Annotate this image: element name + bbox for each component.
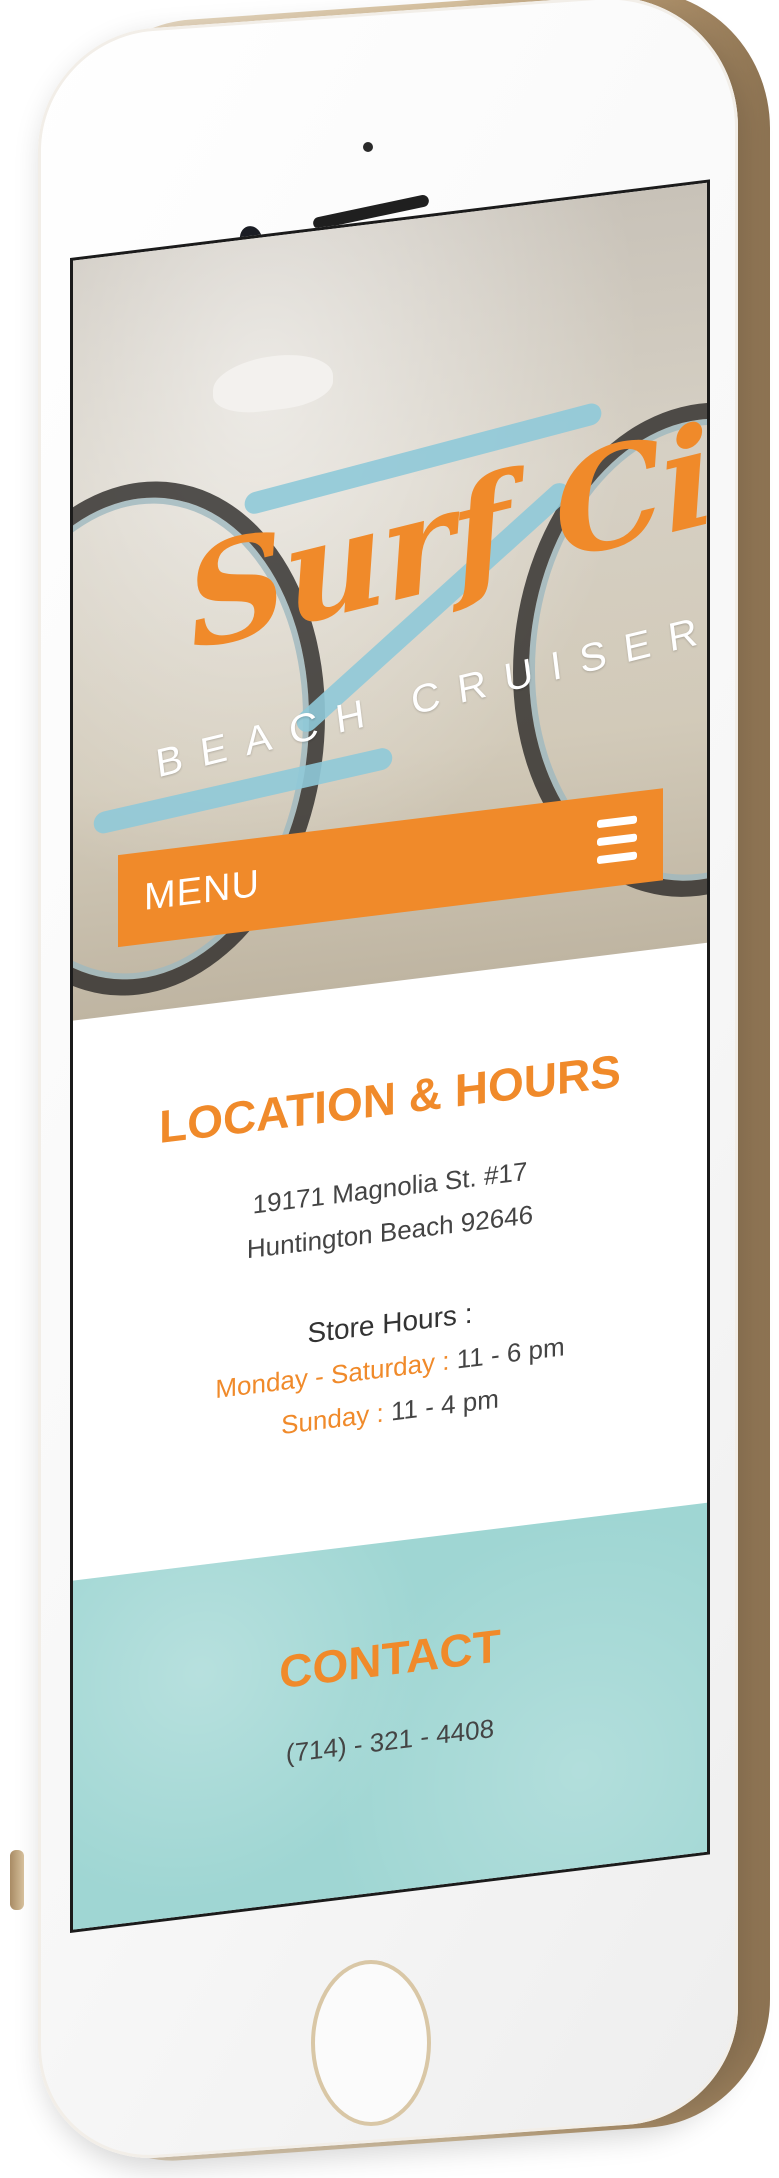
hero-banner: Surf City BEACH CRUISERS MENU bbox=[73, 182, 707, 1021]
device-mockup: Surf City BEACH CRUISERS MENU LOCATION &… bbox=[0, 0, 779, 2178]
phone-screen: Surf City BEACH CRUISERS MENU LOCATION &… bbox=[70, 179, 710, 1934]
hours-time: 11 - 6 pm bbox=[449, 1331, 565, 1376]
location-hours-section: LOCATION & HOURS 19171 Magnolia St. #17 … bbox=[73, 943, 707, 1581]
hours-time: 11 - 4 pm bbox=[383, 1383, 499, 1428]
volume-button bbox=[10, 1850, 24, 1910]
hamburger-icon bbox=[597, 815, 637, 865]
bike-seat bbox=[213, 348, 333, 418]
proximity-sensor bbox=[363, 142, 373, 152]
hours-day: Sunday : bbox=[281, 1397, 384, 1441]
home-button[interactable] bbox=[311, 1960, 431, 2126]
menu-label: MENU bbox=[144, 862, 260, 919]
